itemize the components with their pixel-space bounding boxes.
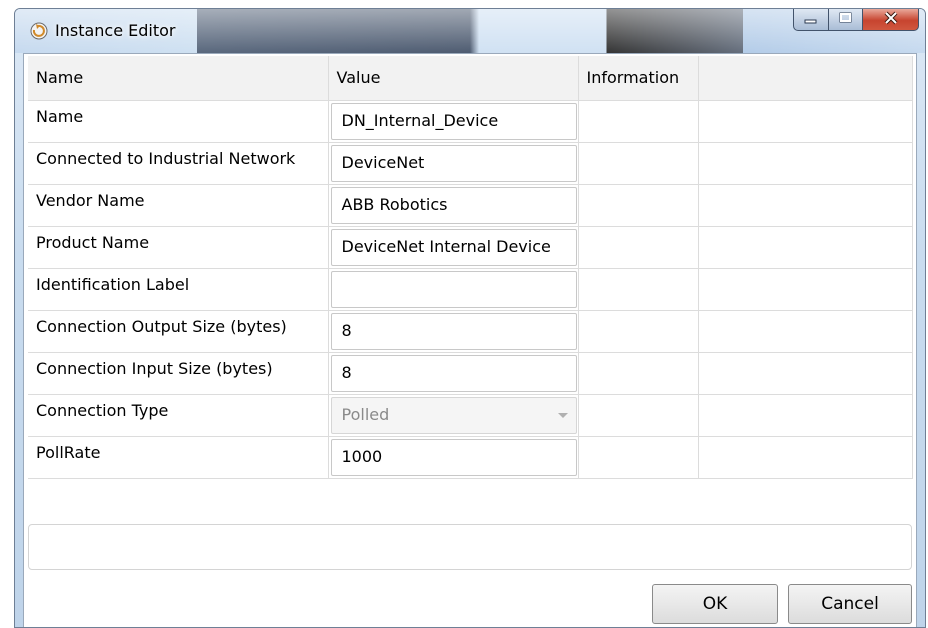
table-row: Connection Input Size (bytes) 8 [28, 352, 913, 395]
window-controls [793, 9, 919, 33]
information-cell [578, 100, 699, 143]
product-name-field[interactable]: DeviceNet Internal Device [330, 228, 577, 266]
information-cell [578, 184, 699, 227]
table-row: Name DN_Internal_Device [28, 100, 913, 143]
property-name: Connected to Industrial Network [28, 142, 329, 185]
information-cell [578, 436, 699, 479]
property-name: Connection Input Size (bytes) [28, 352, 329, 395]
table-row: Vendor Name ABB Robotics [28, 184, 913, 227]
property-name: Identification Label [28, 268, 329, 311]
property-name: Vendor Name [28, 184, 329, 227]
grid-header-row: Name Value Information [28, 56, 913, 101]
minimize-icon [803, 10, 819, 29]
message-box [28, 524, 912, 570]
table-row: Connection Type Polled [28, 394, 913, 437]
cancel-button[interactable]: Cancel [788, 584, 912, 624]
vendor-name-field[interactable]: ABB Robotics [330, 186, 577, 224]
name-field[interactable]: DN_Internal_Device [330, 102, 577, 140]
property-name: Connection Output Size (bytes) [28, 310, 329, 353]
information-cell [578, 352, 699, 395]
information-cell [578, 394, 699, 437]
ok-button[interactable]: OK [652, 584, 778, 624]
table-row: PollRate 1000 [28, 436, 913, 479]
filler-cell [698, 184, 913, 227]
property-name: Product Name [28, 226, 329, 269]
column-header-name[interactable]: Name [28, 56, 329, 101]
poll-rate-field[interactable]: 1000 [330, 438, 577, 476]
filler-cell [698, 268, 913, 311]
output-size-field[interactable]: 8 [330, 312, 577, 350]
title-bar[interactable]: Instance Editor [15, 9, 925, 53]
table-row: Product Name DeviceNet Internal Device [28, 226, 913, 269]
property-name: Name [28, 100, 329, 143]
filler-cell [698, 394, 913, 437]
filler-cell [698, 100, 913, 143]
filler-cell [698, 310, 913, 353]
close-button[interactable] [863, 9, 919, 31]
connection-type-select[interactable]: Polled [330, 396, 577, 434]
filler-cell [698, 226, 913, 269]
column-header-filler [698, 56, 913, 101]
dialog-content: Name Value Information Name DN_Internal_… [23, 53, 917, 627]
identification-label-field[interactable] [330, 270, 577, 308]
chevron-down-icon [557, 412, 568, 418]
filler-cell [698, 352, 913, 395]
property-name: PollRate [28, 436, 329, 479]
property-grid: Name Value Information Name DN_Internal_… [28, 56, 913, 479]
input-size-field[interactable]: 8 [330, 354, 577, 392]
industrial-network-field[interactable]: DeviceNet [330, 144, 577, 182]
table-row: Connection Output Size (bytes) 8 [28, 310, 913, 353]
property-name: Connection Type [28, 394, 329, 437]
information-cell [578, 268, 699, 311]
filler-cell [698, 142, 913, 185]
information-cell [578, 142, 699, 185]
column-header-information[interactable]: Information [578, 56, 699, 101]
filler-cell [698, 436, 913, 479]
instance-editor-window: Instance Editor Name Value Information N… [14, 8, 926, 628]
maximize-button[interactable] [829, 9, 863, 31]
refresh-icon [29, 21, 49, 41]
information-cell [578, 310, 699, 353]
table-row: Connected to Industrial Network DeviceNe… [28, 142, 913, 185]
table-row: Identification Label [28, 268, 913, 311]
window-title: Instance Editor [55, 21, 176, 40]
maximize-icon [838, 10, 854, 29]
close-icon [883, 10, 899, 29]
connection-type-value: Polled [341, 404, 390, 424]
information-cell [578, 226, 699, 269]
column-header-value[interactable]: Value [328, 56, 579, 101]
minimize-button[interactable] [793, 9, 829, 31]
